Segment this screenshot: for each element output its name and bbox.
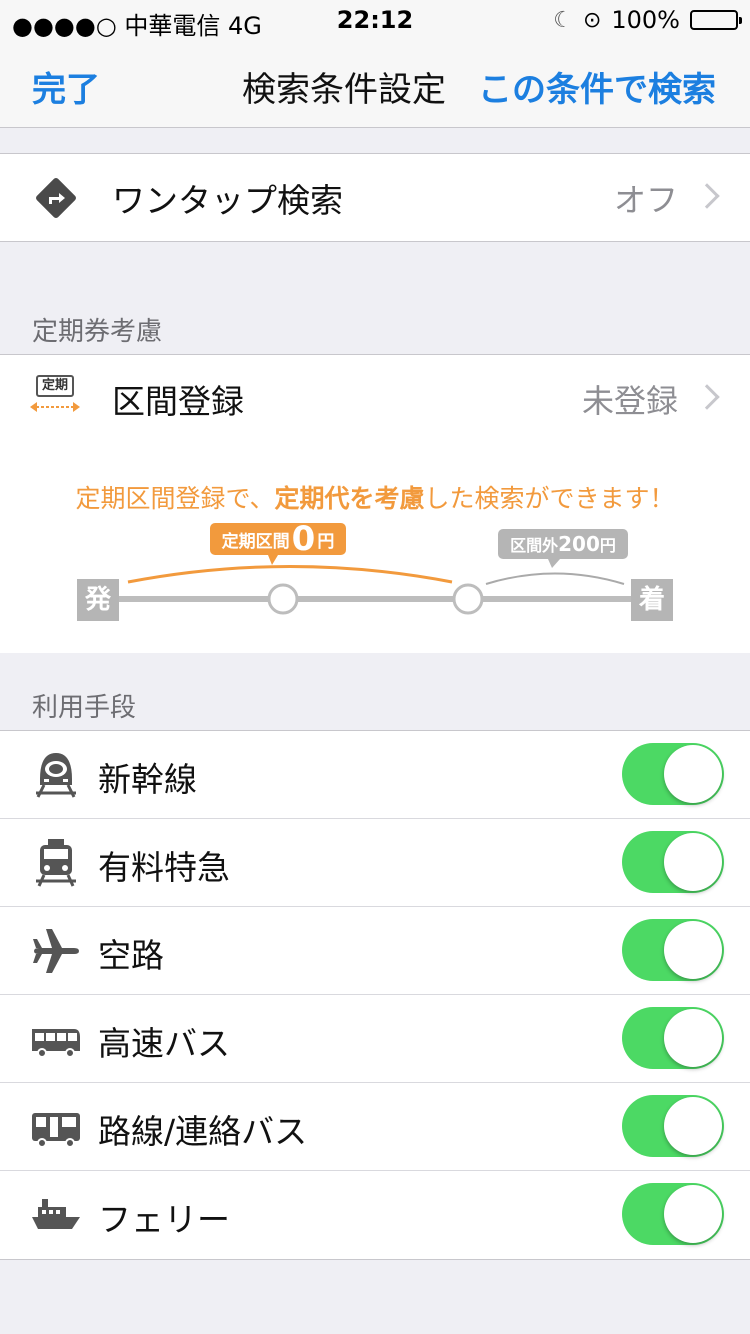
battery-percent: 100% [611,6,680,34]
express-train-icon [36,839,76,887]
outside-fare-bubble: 区間外 200 円 [498,529,628,559]
ferry-toggle[interactable] [622,1183,724,1245]
transport-item-highway-bus: 高速バス [0,995,750,1083]
transport-label: 新幹線 [98,760,197,799]
pass-fare-unit: 円 [317,531,335,552]
page-title: 検索条件設定 [242,70,446,110]
done-button[interactable]: 完了 [32,62,100,111]
battery-icon [690,10,742,30]
outside-fare-label: 区間外 [510,536,559,555]
transport-section-header: 利用手段 [32,693,137,723]
transport-item-shinkansen: 新幹線 [0,731,750,819]
transport-label: 路線/連絡バス [98,1112,308,1151]
departure-marker: 発 [84,585,111,615]
pass-section-header: 定期券考慮 [32,317,163,347]
status-bar: ●●●●○ 中華電信 4G 22:12 ☾ ⊙ 100% [0,0,750,40]
pass-info-banner: 定期区間登録で、定期代を考慮した検索ができます！ 定期区間 0 円 区間外 200 円 … [0,441,750,653]
route-bus-toggle[interactable] [622,1095,724,1157]
pass-section-fare-bubble: 定期区間 0 円 [210,519,346,559]
air-toggle[interactable] [622,919,724,981]
one-tap-search-value: オフ [613,181,678,219]
direction-sign-icon [36,178,76,218]
commuter-pass-icon: 定期 [30,375,80,419]
transport-item-air: 空路 [0,907,750,995]
transport-item-express: 有料特急 [0,819,750,907]
search-with-conditions-button[interactable]: この条件で検索 [478,62,716,111]
status-right: ☾ ⊙ 100% [553,6,742,34]
one-tap-search-row[interactable]: ワンタップ検索 オフ [0,154,750,242]
navigation-bar: 完了 検索条件設定 この条件で検索 [0,40,750,128]
transport-label: 空路 [98,936,164,975]
route-illustration [77,523,673,621]
pass-section: 定期 区間登録 未登録 [0,354,750,442]
transport-item-ferry: フェリー [0,1171,750,1259]
chevron-right-icon [694,183,720,209]
outside-fare-unit: 円 [599,536,616,555]
transport-list: 新幹線 有料特急 空路 高速バス 路線/連絡バス フェリー [0,730,750,1260]
highway-bus-icon [32,1029,80,1058]
outside-fare-amount: 200 [558,532,600,556]
route-bus-icon [32,1113,80,1148]
pass-fare-label: 定期区間 [221,531,290,552]
one-tap-search-label: ワンタップ検索 [112,181,343,220]
rotation-lock-icon: ⊙ [582,7,602,33]
highway-bus-toggle[interactable] [622,1007,724,1069]
commuter-pass-icon-text: 定期 [36,375,74,397]
ferry-icon [32,1199,80,1229]
transport-label: 高速バス [98,1024,230,1063]
moon-icon: ☾ [553,7,573,33]
shinkansen-icon [36,753,76,798]
arrival-marker: 着 [638,585,665,615]
shinkansen-toggle[interactable] [622,743,724,805]
chevron-right-icon [694,384,720,410]
transport-label: フェリー [98,1200,230,1239]
pass-registration-value: 未登録 [581,382,678,420]
one-tap-section: ワンタップ検索 オフ [0,153,750,242]
pass-fare-amount: 0 [291,519,316,559]
express-toggle[interactable] [622,831,724,893]
transport-label: 有料特急 [98,848,230,887]
airplane-icon [33,929,79,973]
pass-registration-row[interactable]: 定期 区間登録 未登録 [0,355,750,443]
transport-item-route-bus: 路線/連絡バス [0,1083,750,1171]
pass-registration-label: 区間登録 [112,382,244,421]
